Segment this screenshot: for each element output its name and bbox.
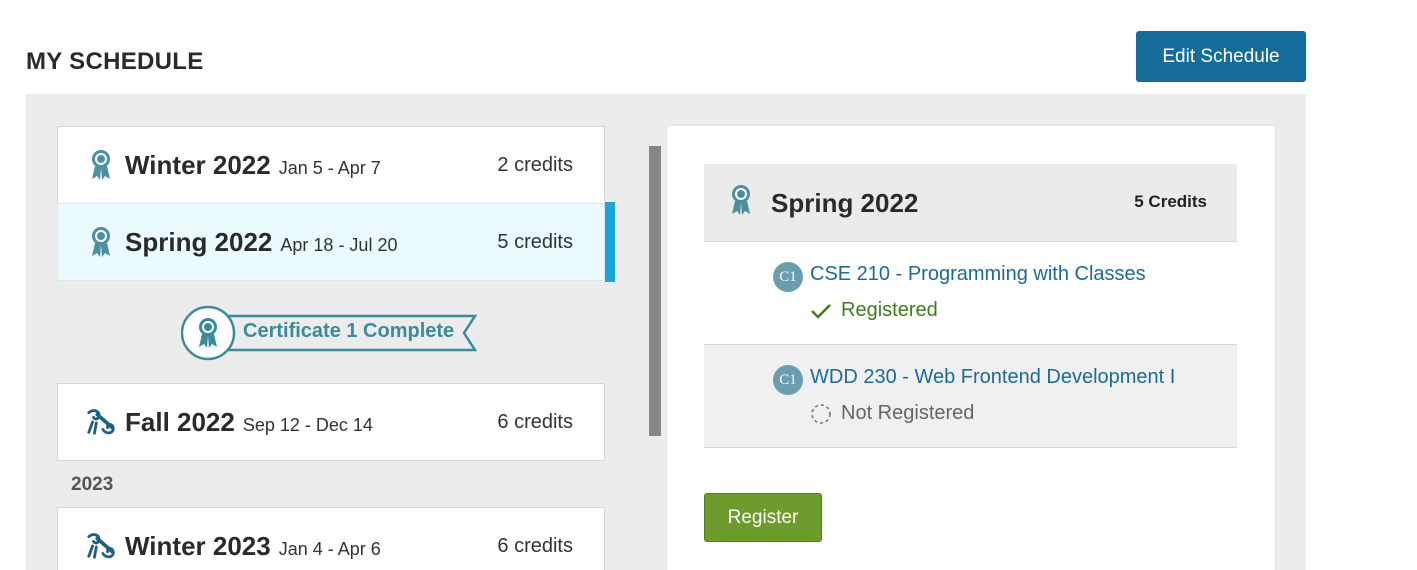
term-card-spring-2022[interactable]: Spring 2022 Apr 18 - Jul 20 5 credits	[57, 203, 605, 281]
register-button[interactable]: Register	[704, 493, 822, 542]
term-credits: 6 credits	[497, 534, 573, 557]
term-name: Winter 2022 Jan 5 - Apr 7	[125, 149, 381, 180]
diploma-scroll-icon	[86, 529, 116, 563]
term-card-winter-2023[interactable]: Winter 2023 Jan 4 - Apr 6 6 credits	[57, 507, 605, 570]
year-divider: 2023	[71, 474, 114, 495]
course-row: C1 WDD 230 - Web Frontend Development I …	[704, 345, 1237, 448]
term-dates: Jan 5 - Apr 7	[278, 157, 381, 178]
status-text: Registered	[841, 299, 938, 321]
registration-status: Not Registered	[810, 402, 974, 425]
award-ribbon-icon	[86, 148, 116, 182]
term-list-scrollbar[interactable]	[649, 146, 661, 436]
award-ribbon-icon	[86, 225, 116, 259]
term-dates: Sep 12 - Dec 14	[242, 414, 373, 435]
selected-term-indicator	[605, 202, 615, 282]
term-dates: Jan 4 - Apr 6	[278, 538, 381, 559]
detail-term-credits: 5 Credits	[1134, 192, 1207, 211]
registration-status: Registered	[810, 299, 938, 322]
term-card-winter-2022[interactable]: Winter 2022 Jan 5 - Apr 7 2 credits	[57, 126, 605, 204]
detail-term-title: Spring 2022	[771, 188, 919, 218]
term-card-fall-2022[interactable]: Fall 2022 Sep 12 - Dec 14 6 credits	[57, 383, 605, 461]
term-dates: Apr 18 - Jul 20	[280, 234, 398, 255]
award-ribbon-icon	[730, 184, 752, 221]
diploma-scroll-icon	[86, 405, 116, 439]
page-title: MY SCHEDULE	[26, 48, 204, 75]
term-credits: 6 credits	[497, 410, 573, 433]
status-text: Not Registered	[841, 402, 975, 424]
course-link[interactable]: CSE 210 - Programming with Classes	[810, 263, 1146, 286]
course-link[interactable]: WDD 230 - Web Frontend Development I	[810, 366, 1175, 389]
edit-schedule-button[interactable]: Edit Schedule	[1136, 31, 1306, 82]
term-name: Winter 2023 Jan 4 - Apr 6	[125, 530, 381, 561]
term-credits: 5 credits	[497, 230, 573, 253]
certificate-label: Certificate 1 Complete	[243, 320, 455, 342]
term-name: Spring 2022 Apr 18 - Jul 20	[125, 226, 398, 257]
term-credits: 2 credits	[497, 153, 573, 176]
term-name: Fall 2022 Sep 12 - Dec 14	[125, 406, 373, 437]
dashed-circle-icon	[810, 403, 832, 425]
certificate-badge: C1	[773, 365, 803, 395]
course-row: C1 CSE 210 - Programming with Classes Re…	[704, 242, 1237, 345]
certificate-badge: C1	[773, 262, 803, 292]
term-detail-header: Spring 2022 5 Credits	[704, 164, 1237, 242]
checkmark-icon	[810, 300, 832, 322]
